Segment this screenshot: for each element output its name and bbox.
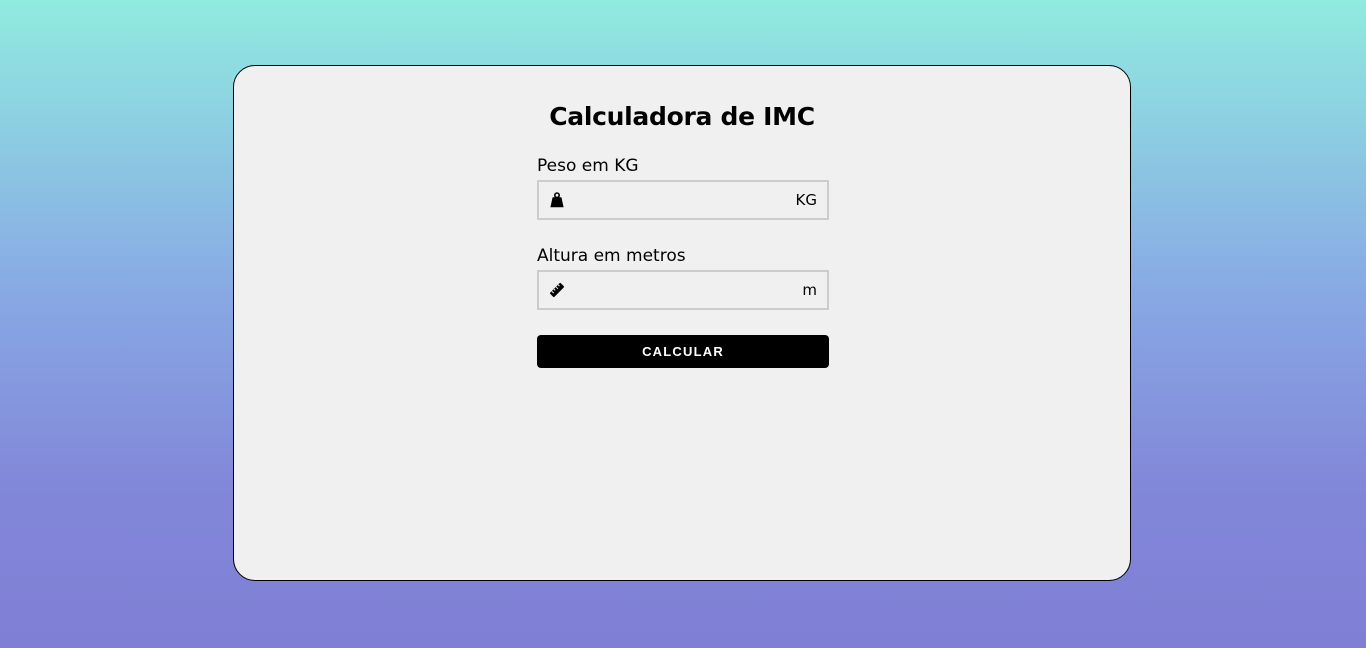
- height-input[interactable]: [575, 272, 775, 308]
- bmi-form: Peso em KG KG Altura em metros m CALCULA…: [537, 154, 829, 368]
- weight-icon: [550, 192, 564, 208]
- page-title: Calculadora de IMC: [549, 102, 815, 131]
- weight-input-wrapper: KG: [537, 180, 829, 220]
- calculate-button[interactable]: CALCULAR: [537, 335, 829, 368]
- height-unit: m: [802, 281, 817, 299]
- height-field-group: Altura em metros m: [537, 244, 829, 310]
- weight-input[interactable]: [575, 182, 775, 218]
- weight-label: Peso em KG: [537, 156, 639, 176]
- ruler-icon: [549, 282, 565, 298]
- height-label: Altura em metros: [537, 246, 686, 266]
- weight-field-group: Peso em KG KG: [537, 154, 829, 220]
- weight-unit: KG: [795, 191, 817, 209]
- bmi-calculator-card: Calculadora de IMC Peso em KG KG Altura …: [233, 65, 1131, 581]
- height-input-wrapper: m: [537, 270, 829, 310]
